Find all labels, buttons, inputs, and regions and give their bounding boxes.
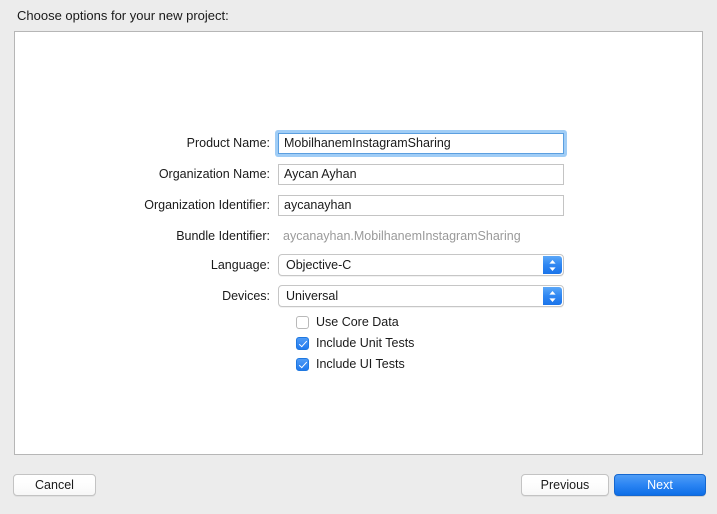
include-ui-tests-label: Include UI Tests bbox=[316, 357, 405, 371]
devices-field-wrap: Universal bbox=[278, 285, 564, 307]
form-row-language: Language: Objective-C bbox=[15, 254, 704, 276]
chevron-updown-icon bbox=[543, 256, 562, 274]
language-label: Language: bbox=[210, 258, 270, 272]
page-title: Choose options for your new project: bbox=[17, 8, 229, 23]
form-row-product-name: Product Name: bbox=[15, 129, 704, 157]
language-select[interactable]: Objective-C bbox=[278, 254, 564, 276]
form-row-devices: Devices: Universal bbox=[15, 285, 704, 307]
organization-identifier-label: Organization Identifier: bbox=[144, 198, 270, 212]
organization-name-input[interactable] bbox=[278, 163, 564, 185]
checkbox-row-use-core-data[interactable]: Use Core Data bbox=[15, 313, 704, 331]
chevron-updown-icon bbox=[543, 287, 562, 305]
product-name-field-wrap bbox=[275, 129, 567, 157]
use-core-data-label: Use Core Data bbox=[316, 315, 399, 329]
language-field-wrap: Objective-C bbox=[278, 254, 564, 276]
devices-select[interactable]: Universal bbox=[278, 285, 564, 307]
organization-name-field-wrap bbox=[278, 163, 564, 185]
include-unit-tests-label: Include Unit Tests bbox=[316, 336, 415, 350]
organization-identifier-field-wrap bbox=[278, 194, 564, 216]
language-selected-value: Objective-C bbox=[286, 258, 352, 272]
devices-selected-value: Universal bbox=[286, 289, 339, 303]
bundle-identifier-value: aycanayhan.MobilhanemInstagramSharing bbox=[283, 228, 521, 243]
organization-name-label: Organization Name: bbox=[158, 167, 270, 181]
include-unit-tests-checkbox[interactable] bbox=[296, 336, 309, 350]
organization-identifier-input[interactable] bbox=[278, 194, 564, 216]
product-name-input[interactable] bbox=[278, 132, 564, 154]
previous-button[interactable]: Previous bbox=[521, 474, 609, 496]
use-core-data-checkbox[interactable] bbox=[296, 315, 309, 329]
checkbox-row-include-unit-tests[interactable]: Include Unit Tests bbox=[15, 334, 704, 352]
form-row-bundle-identifier: Bundle Identifier: aycanayhan.Mobilhanem… bbox=[15, 225, 704, 247]
checkbox-row-include-ui-tests[interactable]: Include UI Tests bbox=[15, 355, 704, 373]
devices-label: Devices: bbox=[222, 289, 270, 303]
cancel-button[interactable]: Cancel bbox=[13, 474, 96, 496]
bundle-identifier-label: Bundle Identifier: bbox=[176, 229, 270, 243]
product-name-focus-ring bbox=[275, 129, 567, 157]
bundle-identifier-field-wrap: aycanayhan.MobilhanemInstagramSharing bbox=[278, 226, 521, 247]
options-panel: Product Name: Organization Name: Organiz… bbox=[14, 31, 703, 455]
form-row-organization-name: Organization Name: bbox=[15, 163, 704, 185]
next-button[interactable]: Next bbox=[614, 474, 706, 496]
product-name-label: Product Name: bbox=[186, 136, 270, 150]
include-ui-tests-checkbox[interactable] bbox=[296, 357, 309, 371]
form-row-organization-identifier: Organization Identifier: bbox=[15, 194, 704, 216]
